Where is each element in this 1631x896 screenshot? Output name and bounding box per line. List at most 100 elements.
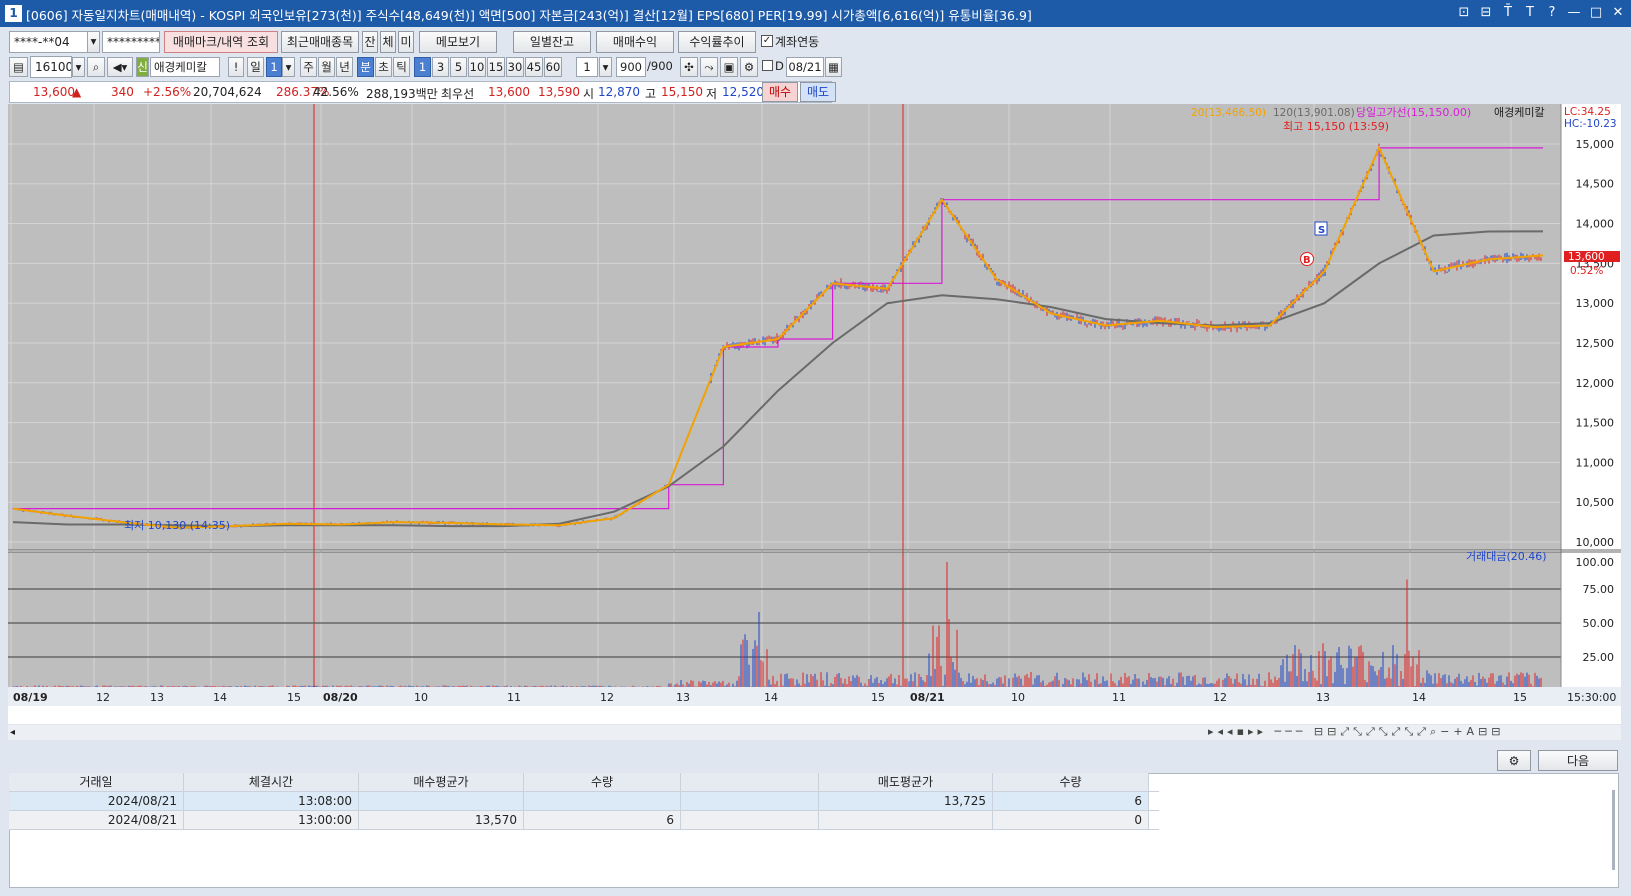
- recent-trades-button[interactable]: 최근매매종목: [281, 31, 359, 53]
- chart-scrollbar[interactable]: ◂ ▸◂◂▪▸▸ ─── ⊟⊟⤢⤡⤢⤡⤢⤡⤢⌕−+A⊟⊟: [8, 725, 1621, 740]
- stock-chart[interactable]: 15,00014,50014,00013,50013,00012,50012,0…: [8, 104, 1621, 724]
- trade-profit-button[interactable]: 매매수익: [596, 31, 674, 53]
- x-tick-label: 14: [1412, 691, 1426, 704]
- sell-button[interactable]: 매도: [800, 82, 836, 102]
- trendline-icon[interactable]: ⤳: [700, 57, 718, 77]
- table-scrollbar[interactable]: [1612, 790, 1615, 870]
- close-icon[interactable]: ✕: [1609, 3, 1627, 23]
- chart-panel[interactable]: 15,000 14,500 14,000 13,500 13,000 12,500 12,0…: [8, 104, 1621, 724]
- code-dropdown-icon[interactable]: ▾: [72, 57, 85, 77]
- window-tile-icon[interactable]: ⊟: [1477, 3, 1495, 23]
- interval-30[interactable]: 30: [506, 57, 524, 77]
- period-minute[interactable]: 분: [357, 57, 374, 77]
- search-icon[interactable]: ⌕: [87, 57, 105, 77]
- save-icon[interactable]: ▣: [720, 57, 738, 77]
- help-icon[interactable]: ?: [1543, 3, 1561, 23]
- y-tick-label: 13,000: [1576, 297, 1615, 310]
- trade-mark-button[interactable]: 매매마크/내역 조회: [164, 31, 278, 53]
- password-field[interactable]: *********: [102, 31, 160, 53]
- y-tick-label: 11,000: [1576, 456, 1615, 469]
- stock-code-input[interactable]: 161000: [30, 56, 72, 78]
- header-buy-qty: 수량: [524, 773, 681, 791]
- stock-name[interactable]: 애경케미칼: [150, 57, 220, 77]
- minimize-icon[interactable]: —: [1565, 3, 1583, 23]
- vol-legend: 거래대금(20.46): [1466, 550, 1547, 563]
- x-tick-label: 11: [507, 691, 521, 704]
- layout-icon[interactable]: ▤: [9, 57, 28, 77]
- next-button[interactable]: 다음: [1538, 750, 1618, 771]
- period-number[interactable]: 1: [266, 57, 282, 77]
- x-tick-label: 14: [213, 691, 227, 704]
- interval-10[interactable]: 10: [468, 57, 486, 77]
- low-label: 저: [706, 87, 718, 101]
- period-dropdown-icon[interactable]: ▾: [282, 57, 295, 77]
- memo-button[interactable]: 메모보기: [419, 31, 497, 53]
- date-check-label: D: [775, 59, 784, 73]
- window-icon[interactable]: 1: [5, 5, 22, 22]
- calendar-icon[interactable]: ▦: [825, 57, 842, 77]
- period-month[interactable]: 월: [318, 57, 335, 77]
- x-tick-label: 10: [414, 691, 428, 704]
- date-checkbox[interactable]: [762, 60, 773, 71]
- y-tick-label: 12,000: [1576, 377, 1615, 390]
- table-settings-icon[interactable]: ⚙: [1497, 750, 1531, 771]
- interval-5[interactable]: 5: [450, 57, 467, 77]
- account-link-checkbox[interactable]: ✓: [761, 35, 773, 47]
- crosshair-icon[interactable]: ✣: [680, 57, 698, 77]
- cell-buy-avg: 13,570: [359, 811, 524, 829]
- executed-button[interactable]: 체: [380, 31, 396, 53]
- scroll-left-icon[interactable]: ◂: [10, 727, 15, 738]
- max-price-label: 최고 15,150 (13:59): [1283, 120, 1389, 133]
- x-tick-label: 10: [1011, 691, 1025, 704]
- period-second[interactable]: 초: [375, 57, 392, 77]
- interval-dropdown-icon[interactable]: ▾: [599, 57, 612, 77]
- daily-balance-button[interactable]: 일별잔고: [513, 31, 591, 53]
- gear-icon[interactable]: ⚙: [740, 57, 758, 77]
- period-tick[interactable]: 틱: [393, 57, 410, 77]
- table-row[interactable]: 2024/08/21 13:08:00 13,725 6: [9, 792, 1159, 811]
- interval-input[interactable]: 1: [576, 57, 598, 77]
- end-time-label: 15:30:00: [1567, 691, 1616, 704]
- interval-15[interactable]: 15: [487, 57, 505, 77]
- count-input[interactable]: 900: [616, 57, 646, 77]
- ma20-legend: 20(13,466.50): [1191, 107, 1266, 119]
- table-row[interactable]: 2024/08/21 13:00:00 13,570 6 0: [9, 811, 1159, 830]
- header-date: 거래일: [9, 773, 184, 791]
- period-year[interactable]: 년: [336, 57, 353, 77]
- vol-tick-label: 75.00: [1583, 583, 1615, 596]
- profit-rate-button[interactable]: 수익률추이: [678, 31, 756, 53]
- bid-price: 13,590: [538, 85, 580, 99]
- font-icon[interactable]: T: [1521, 3, 1539, 23]
- speaker-icon[interactable]: ◀▾: [107, 57, 133, 77]
- interval-60[interactable]: 60: [544, 57, 562, 77]
- stock-legend: 애경케미칼: [1494, 106, 1545, 119]
- alert-button[interactable]: !: [228, 57, 244, 77]
- period-day[interactable]: 일: [247, 57, 264, 77]
- chevron-down-icon[interactable]: ▾: [87, 31, 100, 53]
- table-header: 거래일 체결시간 매수평균가 수량 매도평균가 수량: [9, 773, 1159, 792]
- x-tick-label: 12: [96, 691, 110, 704]
- interval-3[interactable]: 3: [432, 57, 449, 77]
- account-select[interactable]: ****-**04: [9, 31, 91, 53]
- buy-mark[interactable]: B: [1300, 252, 1314, 267]
- cell-blank: [681, 792, 819, 810]
- maximize-icon[interactable]: □: [1587, 3, 1605, 23]
- hc-label: HC:-10.23: [1564, 118, 1617, 130]
- x-tick-label: 08/19: [13, 691, 48, 704]
- buy-button[interactable]: 매수: [762, 82, 798, 102]
- interval-45[interactable]: 45: [525, 57, 543, 77]
- period-week[interactable]: 주: [300, 57, 317, 77]
- cell-date: 2024/08/21: [9, 792, 184, 810]
- sell-mark[interactable]: S: [1314, 221, 1328, 236]
- balance-button[interactable]: 잔: [362, 31, 378, 53]
- window-link-icon[interactable]: ⊡: [1455, 3, 1473, 23]
- x-tick-label: 11: [1112, 691, 1126, 704]
- cell-buy-avg: [359, 792, 524, 810]
- interval-1[interactable]: 1: [414, 57, 431, 77]
- date-input[interactable]: 08/21: [786, 57, 824, 77]
- min-price-label: 최저 10,130 (14:35): [124, 519, 230, 532]
- unfilled-button[interactable]: 미: [398, 31, 414, 53]
- header-time: 체결시간: [184, 773, 359, 791]
- pin-icon[interactable]: T̄: [1499, 3, 1517, 23]
- chart-tools[interactable]: ▸◂◂▪▸▸ ─── ⊟⊟⤢⤡⤢⤡⤢⤡⤢⌕−+A⊟⊟: [1208, 725, 1618, 740]
